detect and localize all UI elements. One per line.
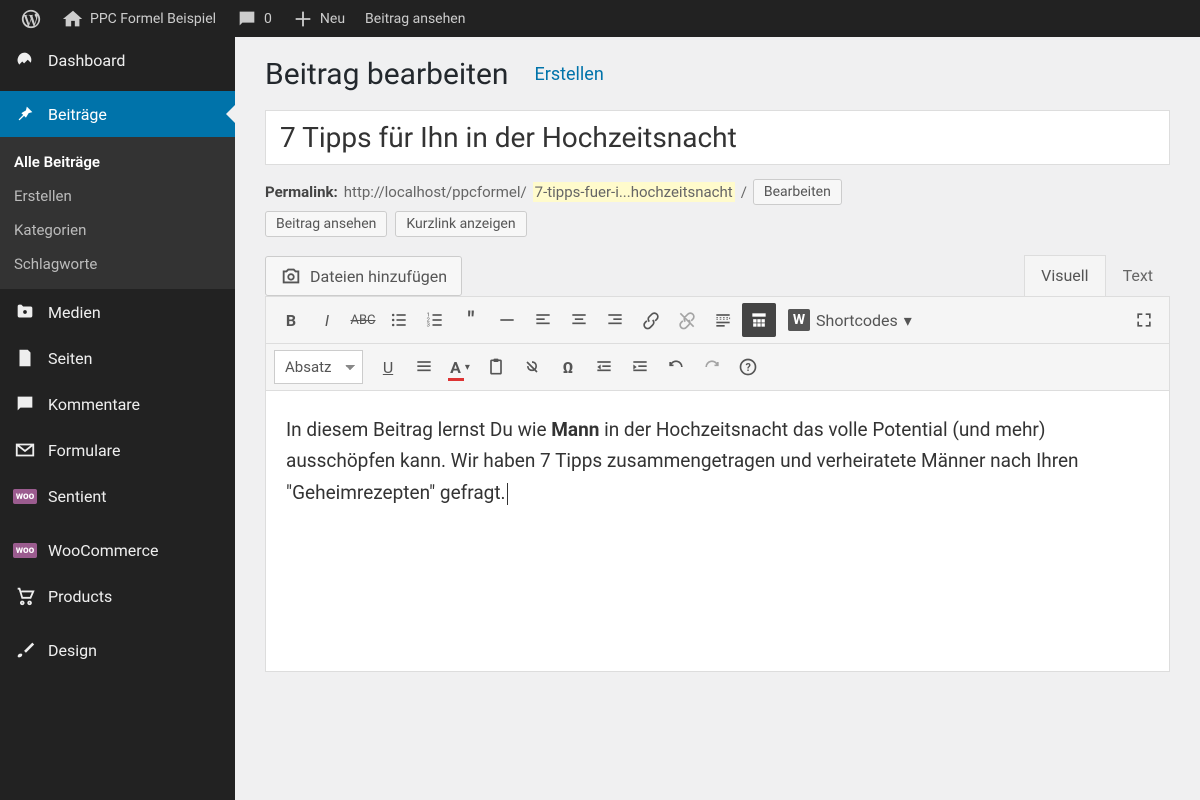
permalink-actions: Beitrag ansehen Kurzlink anzeigen [265,211,1170,237]
help-button[interactable]: ? [731,350,765,384]
create-new-button[interactable]: Erstellen [524,62,613,87]
home-icon [62,8,84,30]
justify-button[interactable] [407,350,441,384]
editor-box: B I ABC 123 " WShortcodes▾ Absatz [265,296,1170,672]
sidebar-item-forms[interactable]: Formulare [0,427,235,473]
main-layout: Dashboard Beiträge Alle Beiträge Erstell… [0,37,1200,800]
text-cursor [507,483,508,505]
sidebar-item-woocommerce[interactable]: wooWooCommerce [0,527,235,573]
sidebar-sub-categories[interactable]: Kategorien [0,213,235,247]
blockquote-button[interactable]: " [454,303,488,337]
align-left-button[interactable] [526,303,560,337]
unlink-button[interactable] [670,303,704,337]
wordpress-icon [20,8,42,30]
permalink-label: Permalink: [265,183,338,201]
wp-logo[interactable] [10,0,52,37]
sidebar-sub-new-post[interactable]: Erstellen [0,179,235,213]
edit-permalink-button[interactable]: Bearbeiten [753,179,842,205]
shortcodes-badge-icon: W [788,309,810,331]
comments-link[interactable]: 0 [226,0,282,37]
permalink-row: Permalink: http://localhost/ppcformel/7-… [265,179,1170,205]
number-list-button[interactable]: 123 [418,303,452,337]
add-media-button[interactable]: Dateien hinzufügen [265,256,462,296]
pin-icon [14,103,36,125]
brush-icon [14,639,36,661]
media-icon [14,301,36,323]
bullet-list-button[interactable] [382,303,416,337]
sidebar-item-design[interactable]: Design [0,627,235,673]
special-char-button[interactable]: Ω [551,350,585,384]
content-area: Beitrag bearbeiten Erstellen Permalink: … [235,37,1200,800]
permalink-base: http://localhost/ppcformel/ [344,183,527,201]
sidebar-item-products[interactable]: Products [0,573,235,619]
new-link[interactable]: Neu [282,0,355,37]
text-color-button[interactable]: A▾ [443,350,477,384]
shortcodes-button[interactable]: WShortcodes▾ [778,303,922,337]
woocommerce-icon: woo [14,539,36,561]
toolbar-toggle-button[interactable] [742,303,776,337]
align-center-button[interactable] [562,303,596,337]
admin-topbar: PPC Formel Beispiel 0 Neu Beitrag ansehe… [0,0,1200,37]
sidebar-sub-all-posts[interactable]: Alle Beiträge [0,145,235,179]
comments-count: 0 [264,11,272,27]
sidebar-item-posts[interactable]: Beiträge [0,91,235,137]
svg-text:?: ? [746,361,751,374]
clear-formatting-button[interactable] [515,350,549,384]
view-post-button[interactable]: Beitrag ansehen [265,211,387,237]
underline-button[interactable]: U [371,350,405,384]
editor-header: Dateien hinzufügen Visuell Text [265,255,1170,296]
tab-visual[interactable]: Visuell [1024,255,1105,296]
page-header: Beitrag bearbeiten Erstellen [265,57,1170,92]
sidebar-item-pages[interactable]: Seiten [0,335,235,381]
sidebar-item-comments[interactable]: Kommentare [0,381,235,427]
new-label: Neu [320,11,345,27]
hr-button[interactable] [490,303,524,337]
post-title-input[interactable] [265,110,1170,165]
sentient-icon: woo [14,485,36,507]
sidebar-item-dashboard[interactable]: Dashboard [0,37,235,83]
paste-text-button[interactable] [479,350,513,384]
dashboard-icon [14,49,36,71]
view-post-link[interactable]: Beitrag ansehen [355,0,475,37]
comments-icon [14,393,36,415]
toolbar-row-1: B I ABC 123 " WShortcodes▾ [266,297,1169,344]
fullscreen-button[interactable] [1127,303,1161,337]
page-icon [14,347,36,369]
bold-button[interactable]: B [274,303,308,337]
cart-icon [14,585,36,607]
sidebar-item-media[interactable]: Medien [0,289,235,335]
admin-sidebar: Dashboard Beiträge Alle Beiträge Erstell… [0,37,235,800]
tab-text[interactable]: Text [1106,255,1170,296]
plus-icon [292,8,314,30]
align-right-button[interactable] [598,303,632,337]
svg-text:3: 3 [427,323,430,329]
chevron-down-icon: ▾ [904,311,912,330]
link-button[interactable] [634,303,668,337]
editor-tabs: Visuell Text [1024,255,1170,296]
sidebar-submenu-posts: Alle Beiträge Erstellen Kategorien Schla… [0,137,235,289]
site-name: PPC Formel Beispiel [90,11,216,27]
sidebar-item-sentient[interactable]: wooSentient [0,473,235,519]
sidebar-sub-tags[interactable]: Schlagworte [0,247,235,281]
redo-button[interactable] [695,350,729,384]
toolbar-row-2: Absatz U A▾ Ω ? [266,344,1169,391]
page-title: Beitrag bearbeiten [265,57,508,92]
editor-content[interactable]: In diesem Beitrag lernst Du wie Mann in … [266,391,1169,671]
more-button[interactable] [706,303,740,337]
italic-button[interactable]: I [310,303,344,337]
outdent-button[interactable] [587,350,621,384]
mail-icon [14,439,36,461]
permalink-slug[interactable]: 7-tipps-fuer-i...hochzeitsnacht [533,182,735,202]
camera-icon [280,265,302,287]
comment-icon [236,8,258,30]
shortlink-button[interactable]: Kurzlink anzeigen [395,211,526,237]
indent-button[interactable] [623,350,657,384]
site-link[interactable]: PPC Formel Beispiel [52,0,226,37]
undo-button[interactable] [659,350,693,384]
strikethrough-button[interactable]: ABC [346,303,380,337]
format-select[interactable]: Absatz [274,350,363,384]
